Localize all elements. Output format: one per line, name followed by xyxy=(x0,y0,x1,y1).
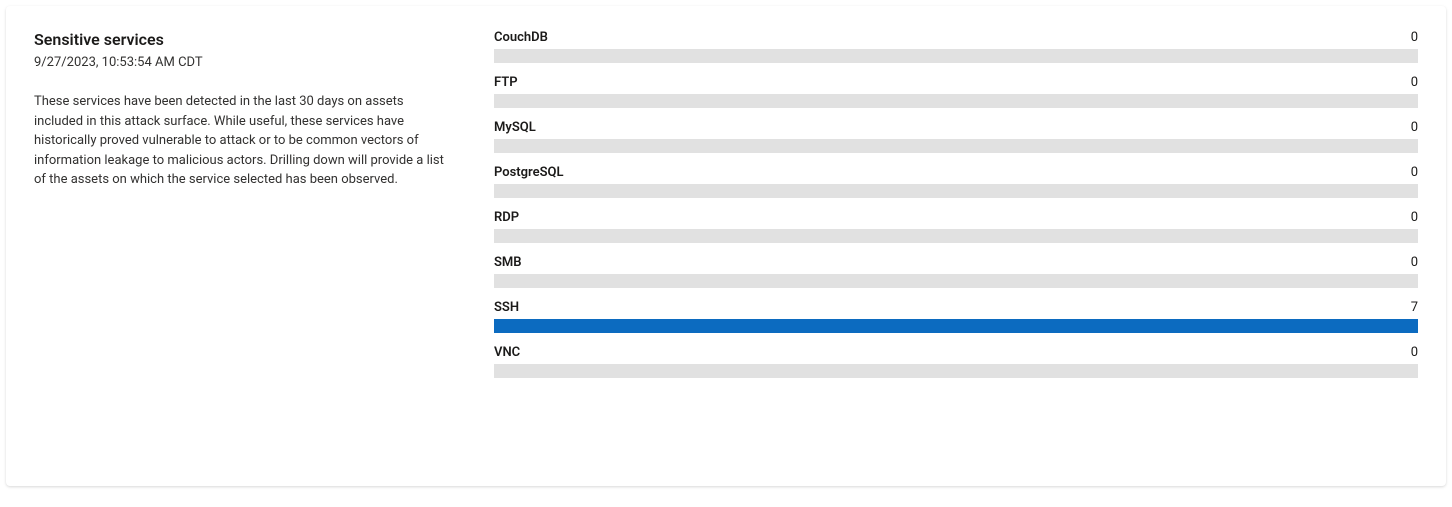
service-count: 0 xyxy=(1411,75,1418,90)
service-count: 0 xyxy=(1411,345,1418,360)
bar-track xyxy=(494,274,1418,288)
panel-timestamp: 9/27/2023, 10:53:54 AM CDT xyxy=(34,55,454,70)
service-label: MySQL xyxy=(494,120,536,135)
service-count: 0 xyxy=(1411,165,1418,180)
sensitive-services-card: Sensitive services 9/27/2023, 10:53:54 A… xyxy=(6,6,1446,486)
service-header: VNC 0 xyxy=(494,345,1418,360)
service-row[interactable]: VNC 0 xyxy=(494,345,1418,378)
service-label: SMB xyxy=(494,255,522,270)
service-label: PostgreSQL xyxy=(494,165,564,180)
bar-track xyxy=(494,319,1418,333)
service-header: PostgreSQL 0 xyxy=(494,165,1418,180)
service-row[interactable]: SMB 0 xyxy=(494,255,1418,288)
services-chart: CouchDB 0 FTP 0 MySQL 0 PostgreSQL 0 RDP 0 SMB 0 SSH… xyxy=(494,30,1418,454)
service-row[interactable]: SSH 7 xyxy=(494,300,1418,333)
service-count: 0 xyxy=(1411,30,1418,45)
bar-track xyxy=(494,229,1418,243)
info-panel: Sensitive services 9/27/2023, 10:53:54 A… xyxy=(34,30,454,454)
bar-track xyxy=(494,49,1418,63)
bar-track xyxy=(494,139,1418,153)
service-row[interactable]: PostgreSQL 0 xyxy=(494,165,1418,198)
service-header: CouchDB 0 xyxy=(494,30,1418,45)
service-row[interactable]: CouchDB 0 xyxy=(494,30,1418,63)
service-count: 0 xyxy=(1411,255,1418,270)
service-header: RDP 0 xyxy=(494,210,1418,225)
service-header: FTP 0 xyxy=(494,75,1418,90)
service-row[interactable]: RDP 0 xyxy=(494,210,1418,243)
panel-description: These services have been detected in the… xyxy=(34,92,454,190)
bar-fill xyxy=(494,319,1418,333)
bar-track xyxy=(494,364,1418,378)
service-row[interactable]: MySQL 0 xyxy=(494,120,1418,153)
service-label: RDP xyxy=(494,210,519,225)
service-row[interactable]: FTP 0 xyxy=(494,75,1418,108)
service-header: SSH 7 xyxy=(494,300,1418,315)
service-label: VNC xyxy=(494,345,520,360)
bar-track xyxy=(494,184,1418,198)
panel-title: Sensitive services xyxy=(34,30,454,49)
service-count: 7 xyxy=(1411,300,1418,315)
service-header: SMB 0 xyxy=(494,255,1418,270)
service-label: CouchDB xyxy=(494,30,548,45)
service-label: SSH xyxy=(494,300,519,315)
bar-track xyxy=(494,94,1418,108)
service-count: 0 xyxy=(1411,210,1418,225)
service-header: MySQL 0 xyxy=(494,120,1418,135)
service-label: FTP xyxy=(494,75,518,90)
service-count: 0 xyxy=(1411,120,1418,135)
